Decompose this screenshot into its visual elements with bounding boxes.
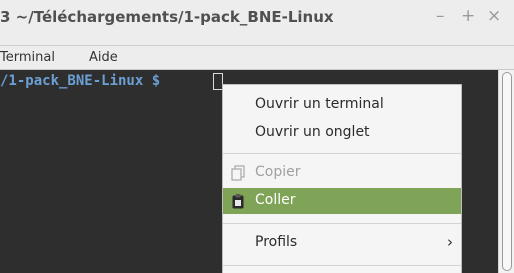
window-titlebar[interactable]: 3 ~/Téléchargements/1-pack_BNE-Linux – +… — [0, 0, 514, 46]
menu-separator — [223, 223, 461, 224]
menu-separator — [223, 153, 461, 154]
menu-aide[interactable]: Aide — [89, 50, 118, 65]
menu-item-label: Coller — [255, 192, 296, 208]
menu-item-label: Ouvrir un onglet — [255, 124, 370, 140]
context-menu: Ouvrir un terminal Ouvrir un onglet Copi… — [222, 84, 462, 273]
menubar: Terminal Aide — [0, 46, 514, 70]
menu-item-label: Profils — [255, 234, 298, 250]
menu-separator — [223, 265, 461, 266]
vertical-scrollbar[interactable] — [498, 70, 514, 273]
chevron-right-icon: › — [447, 233, 453, 251]
menu-item-paste[interactable]: Coller — [223, 188, 461, 214]
maximize-button[interactable]: + — [461, 6, 475, 26]
menu-terminal[interactable]: Terminal — [0, 50, 55, 65]
scrollbar-thumb[interactable] — [502, 72, 512, 271]
menu-item-copy[interactable]: Copier — [223, 160, 461, 186]
menu-item-open-terminal[interactable]: Ouvrir un terminal — [223, 92, 461, 118]
close-button[interactable]: × — [487, 6, 501, 26]
menu-item-label: Ouvrir un terminal — [255, 96, 384, 112]
shell-prompt: /1-pack_BNE-Linux $ — [0, 73, 161, 89]
minimize-button[interactable]: – — [436, 6, 445, 26]
menu-item-label: Copier — [255, 164, 301, 180]
menu-item-open-tab[interactable]: Ouvrir un onglet — [223, 120, 461, 146]
window-title: 3 ~/Téléchargements/1-pack_BNE-Linux — [0, 8, 334, 26]
copy-icon — [231, 165, 245, 181]
paste-icon — [232, 194, 244, 209]
menu-item-profiles[interactable]: Profils › — [223, 230, 461, 256]
